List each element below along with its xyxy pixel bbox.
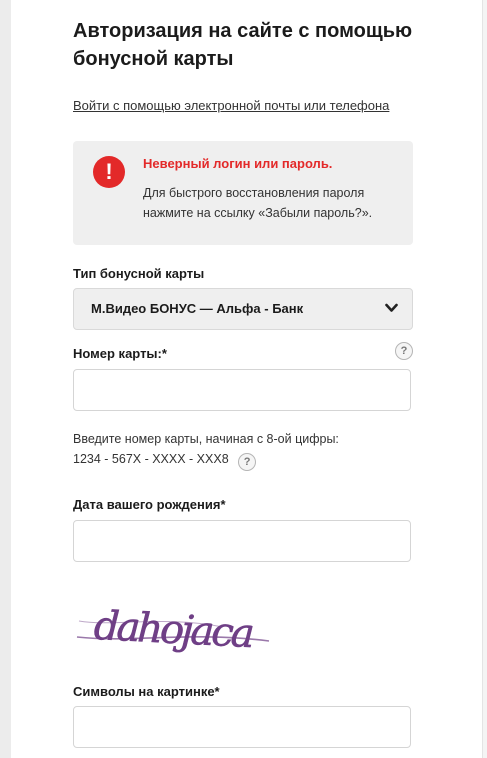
error-alert: ! Неверный логин или пароль. Для быстрог… <box>73 141 413 245</box>
alert-title: Неверный логин или пароль. <box>143 156 333 171</box>
card-number-format-text: 1234 - 567X - XXXX - XXX8 <box>73 452 229 466</box>
card-number-label: Номер карты:* <box>73 346 167 361</box>
page-title: Авторизация на сайте с помощью бонусной … <box>73 20 413 70</box>
card-number-hint: Введите номер карты, начиная с 8-ой цифр… <box>73 429 393 471</box>
card-type-select[interactable]: М.Видео БОНУС — Альфа - Банк <box>73 288 413 330</box>
scrollbar[interactable] <box>482 0 487 758</box>
birth-date-label: Дата вашего рождения* <box>73 497 226 512</box>
card-number-help-icon[interactable]: ? <box>395 342 413 360</box>
card-number-input[interactable] <box>73 369 411 411</box>
captcha-image: dahojaca <box>76 603 270 657</box>
alt-login-link[interactable]: Войти с помощью электронной почты или те… <box>73 98 389 113</box>
chevron-down-icon <box>385 303 398 312</box>
card-number-format: 1234 - 567X - XXXX - XXX8 ? <box>73 449 393 471</box>
card-number-hint-text: Введите номер карты, начиная с 8-ой цифр… <box>73 432 339 446</box>
card-format-help-icon[interactable]: ? <box>238 453 257 471</box>
captcha-label: Символы на картинке* <box>73 684 220 699</box>
alert-text: Для быстрого восстановления пароля нажми… <box>143 186 373 220</box>
card-type-selected: М.Видео БОНУС — Альфа - Банк <box>91 301 304 316</box>
captcha-input[interactable] <box>73 706 411 748</box>
captcha-text: dahojaca <box>93 603 254 657</box>
card-type-label: Тип бонусной карты <box>73 266 205 281</box>
birth-date-input[interactable] <box>73 520 411 562</box>
exclamation-icon: ! <box>93 156 125 188</box>
